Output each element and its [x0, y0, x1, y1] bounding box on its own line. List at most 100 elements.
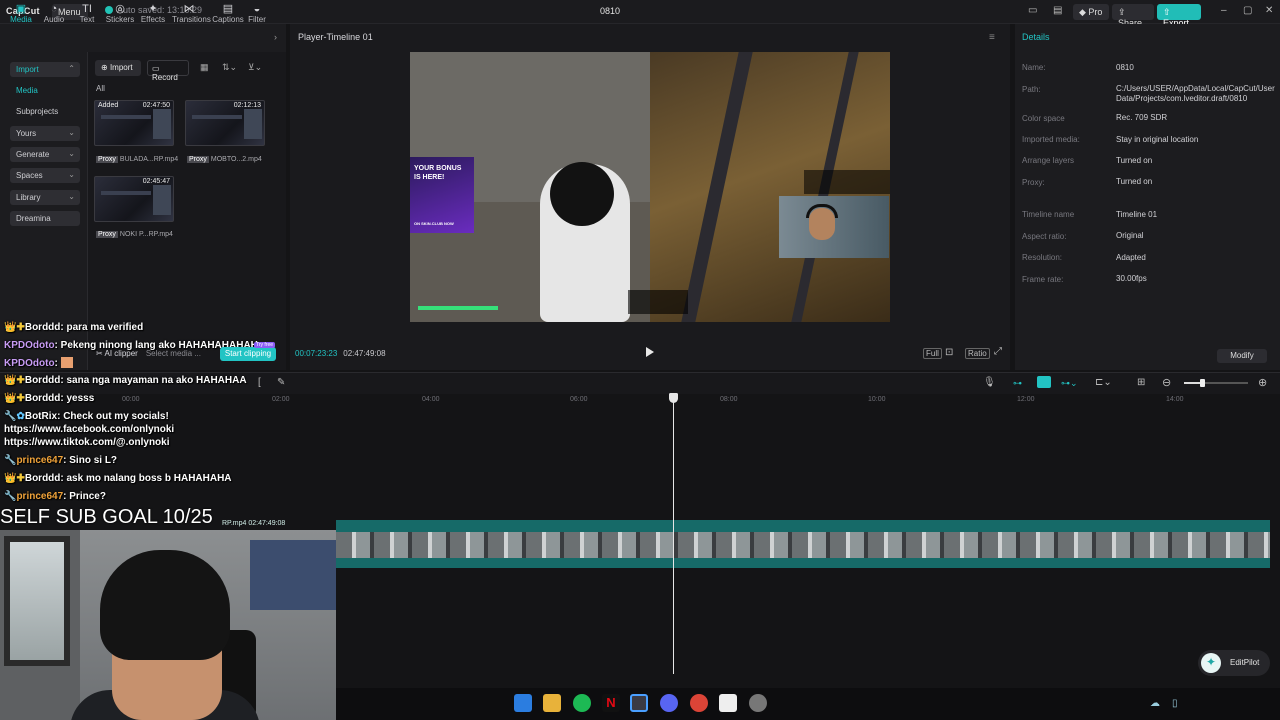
sidebar-item-import[interactable]: Import ⌃ [10, 62, 80, 77]
import-button[interactable]: ⊕ Import [95, 60, 141, 76]
chat-text: Check out my socials! [63, 411, 169, 422]
detail-value: 30.00fps [1116, 274, 1147, 283]
chrome-profile-icon[interactable] [690, 694, 708, 712]
proxy-badge: Proxy [187, 156, 209, 163]
sidebar-item-dreamina[interactable]: Dreamina [10, 211, 80, 226]
ai-clipper: ✂ AI clipper Select media ... [96, 349, 201, 358]
chat-text: Prince? [69, 491, 106, 502]
tool-transitions[interactable]: ⋈ Transitions [172, 4, 211, 25]
microphone-icon[interactable]: 🎙 [983, 377, 996, 388]
obs-icon[interactable] [749, 694, 767, 712]
preview-axis-icon[interactable]: ⊏⌄ [1095, 377, 1112, 388]
clip-name: Proxy NOKI P...RP.mp4 [96, 231, 173, 238]
chrome-icon[interactable] [630, 694, 648, 712]
sidebar-item-spaces[interactable]: Spaces ⌄ [10, 168, 80, 183]
clip-filename: NOKI P...RP.mp4 [119, 231, 173, 238]
sort-icon[interactable]: ⇅⌄ [222, 62, 237, 73]
zoom-in-icon[interactable]: ⊕ [1258, 376, 1267, 389]
sidebar-item-label: Dreamina [16, 214, 51, 223]
export-button[interactable]: ⇧ Export [1157, 4, 1201, 28]
sidebar-item-label: Yours [16, 129, 37, 138]
tool-text[interactable]: TI Text [70, 4, 104, 25]
tool-effects[interactable]: ✦ Effects [136, 4, 170, 25]
detail-value: Turned on [1116, 156, 1153, 165]
video-preview[interactable]: YOUR BONUS IS HERE! ON SKIN.CLUB NOW [410, 52, 890, 322]
tool-filter[interactable]: ◒ Filter [244, 4, 270, 24]
tool-captions[interactable]: ▤ Captions [211, 3, 245, 25]
split-icon[interactable]: [ [258, 377, 261, 388]
chat-text: ask mo nalang boss b HAHAHAHA [66, 473, 232, 484]
pro-button[interactable]: ◆ Pro [1073, 4, 1109, 20]
playhead-handle[interactable] [669, 393, 678, 403]
editpilot-button[interactable]: ✦ EditPilot [1198, 650, 1270, 676]
netflix-icon[interactable]: N [602, 694, 620, 712]
magnet-icon[interactable] [1037, 376, 1051, 388]
grid-view-icon[interactable]: ▦ [200, 62, 209, 73]
tool-label: Text [79, 15, 95, 24]
sidebar-item-generate[interactable]: Generate ⌄ [10, 147, 80, 162]
badge-icon: 🔧 [4, 491, 17, 502]
full-button[interactable]: Full [923, 348, 942, 359]
detail-key: Path: [1022, 85, 1041, 94]
sidebar-item-library[interactable]: Library ⌄ [10, 190, 80, 205]
chevron-right-icon[interactable]: › [274, 32, 277, 42]
tool-label: Filter [248, 15, 266, 24]
sidebar-item-label: Generate [16, 150, 50, 159]
network-icon[interactable]: ☁ [1150, 698, 1160, 709]
modify-button[interactable]: Modify [1217, 349, 1267, 363]
layout-icon[interactable]: ▭ [1028, 5, 1037, 16]
ad-text: IS HERE! [414, 174, 445, 181]
play-icon[interactable] [646, 347, 654, 357]
playhead[interactable] [673, 394, 674, 674]
battery-icon[interactable]: ▯ [1172, 698, 1178, 709]
sidebar-item-media[interactable]: Media [10, 83, 80, 98]
zoom-out-icon[interactable]: ⊖ [1162, 376, 1171, 389]
tool-label: Captions [212, 15, 244, 24]
crop-icon[interactable]: ⊡ [945, 347, 953, 358]
chat-message: 🔧prince647: Sino si L? [4, 455, 118, 466]
spotify-icon[interactable] [573, 694, 591, 712]
filter-icon[interactable]: ⊻⌄ [248, 62, 262, 73]
video-track-clip[interactable] [336, 520, 1270, 568]
media-thumbnail[interactable]: Added 02:47:50 [94, 100, 174, 146]
ratio-button[interactable]: Ratio [965, 348, 990, 359]
menu-icon[interactable]: ≡ [989, 32, 995, 43]
detail-value: Rec. 709 SDR [1116, 113, 1168, 122]
clip-duration: 02:45:47 [142, 178, 170, 185]
sidebar-item-subprojects[interactable]: Subprojects [10, 104, 80, 119]
windows-start-icon[interactable] [514, 694, 532, 712]
sidebar-item-yours[interactable]: Yours ⌄ [10, 126, 80, 141]
minimize-icon[interactable]: – [1221, 5, 1227, 16]
chat-link: https://www.tiktok.com/@.onlynoki [4, 437, 170, 448]
zoom-slider-handle[interactable] [1200, 379, 1205, 387]
link-icon[interactable]: ⊶ [1013, 378, 1022, 389]
timeline-ruler[interactable] [0, 394, 1280, 406]
discord-icon[interactable] [660, 694, 678, 712]
fit-icon[interactable]: ⊞ [1137, 377, 1145, 388]
media-filter-all[interactable]: All [96, 84, 105, 93]
chat-user: Borddd [24, 375, 61, 386]
media-thumbnail[interactable]: 02:45:47 [94, 176, 174, 222]
snap-icon[interactable]: ⊶⌄ [1061, 378, 1078, 389]
tool-stickers[interactable]: ◎ Stickers [103, 4, 137, 25]
capcut-icon[interactable] [719, 694, 737, 712]
start-clipping-button[interactable]: Start clipping [220, 347, 276, 361]
captions-icon: ▤ [222, 3, 234, 15]
pen-icon[interactable]: ✎ [277, 377, 285, 388]
webcam-overlay [0, 530, 336, 720]
shortcut-icon[interactable]: ▤ [1053, 5, 1062, 16]
detail-value: C:/Users/USER/AppData/Local/CapCut/User … [1116, 84, 1275, 103]
select-media-dropdown[interactable]: Select media ... [146, 349, 201, 358]
media-thumbnail[interactable]: 02:12:13 [185, 100, 265, 146]
maximize-icon[interactable]: ▢ [1243, 5, 1252, 16]
tool-label: Media [10, 15, 32, 24]
added-badge: Added [98, 102, 119, 109]
ruler-tick: 02:00 [272, 396, 290, 403]
fullscreen-icon[interactable]: ⤢ [994, 346, 1002, 357]
close-icon[interactable]: ✕ [1265, 5, 1273, 16]
share-button[interactable]: ⇪ Share [1112, 4, 1154, 28]
tool-media[interactable]: ▣ Media [4, 4, 38, 25]
file-explorer-icon[interactable] [543, 694, 561, 712]
record-button[interactable]: ▭ Record [147, 60, 189, 82]
tool-audio[interactable]: ◔ Audio [37, 4, 71, 25]
